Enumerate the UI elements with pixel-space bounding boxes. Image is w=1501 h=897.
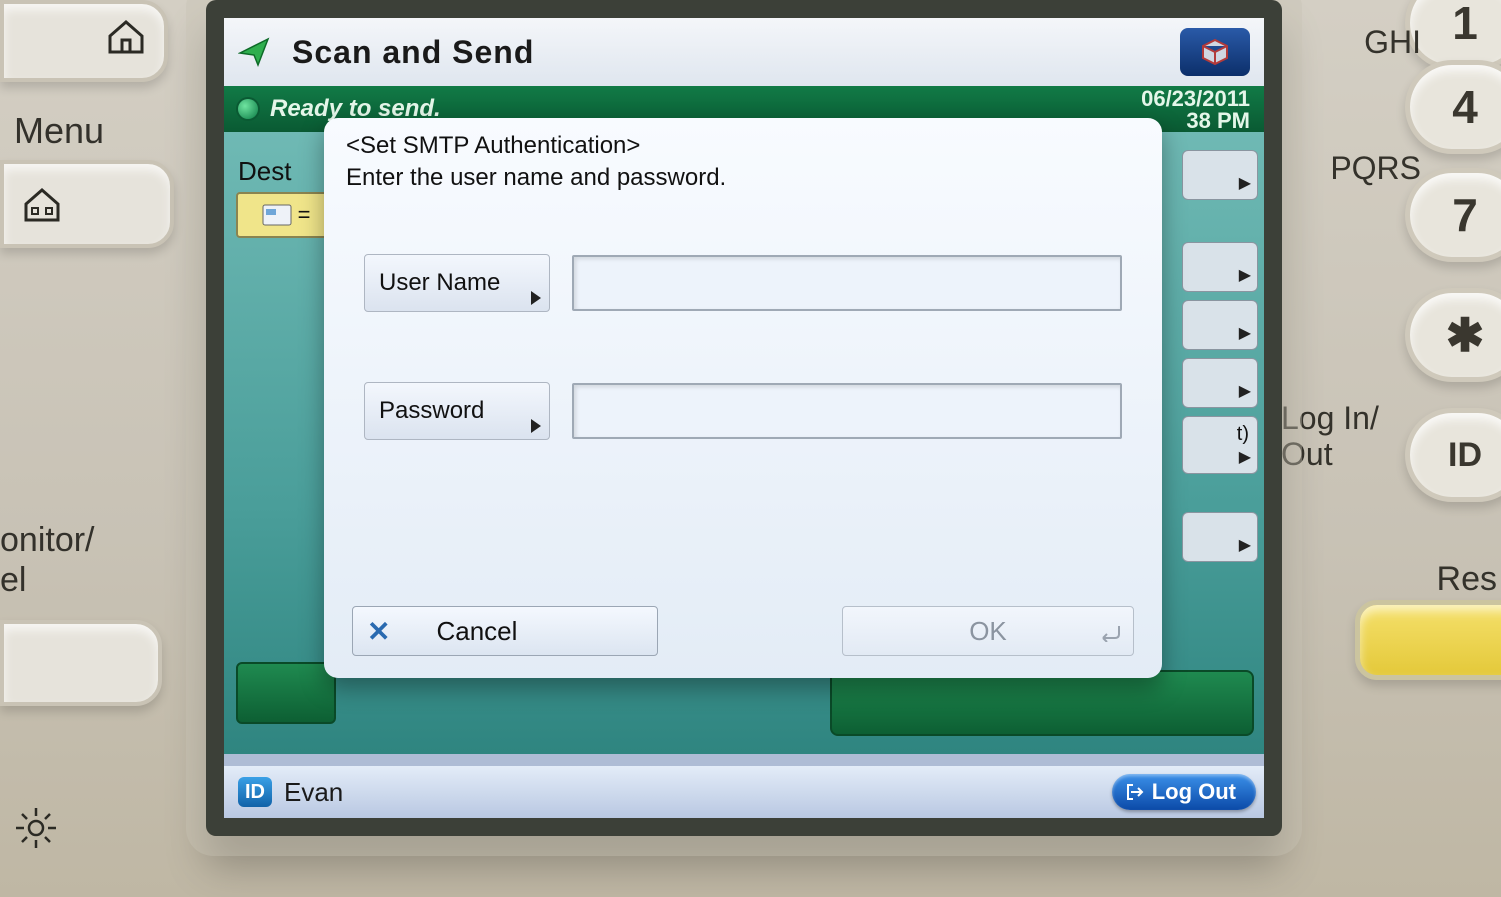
left-bezel: Menu onitor/ el	[0, 0, 200, 897]
modal-subtitle: Enter the user name and password.	[346, 164, 1140, 192]
ok-button-label: OK	[969, 616, 1007, 647]
id-chip: ID	[238, 777, 272, 807]
side-button-4[interactable]: ▶	[1182, 358, 1258, 408]
side-button-5[interactable]: t) ▶	[1182, 416, 1258, 474]
modal-title: <Set SMTP Authentication>	[346, 132, 1140, 160]
login-out-label: Log In/ Out	[1281, 400, 1421, 472]
destination-label: Dest	[238, 156, 291, 187]
physical-reset-button[interactable]	[1355, 600, 1501, 680]
chevron-right-icon: ▶	[1239, 323, 1251, 343]
reset-label: Res	[1437, 560, 1497, 599]
user-bar: ID Evan Log Out	[224, 766, 1264, 818]
keypad-star[interactable]: ✱	[1405, 288, 1501, 382]
menu-label: Menu	[14, 110, 104, 152]
side-button-3[interactable]: ▶	[1182, 300, 1258, 350]
password-row: Password	[364, 382, 1122, 440]
physical-home-button-mid[interactable]	[0, 160, 174, 248]
username-input[interactable]	[572, 255, 1122, 311]
keypad-ghi-label: GHI	[1364, 24, 1421, 61]
logout-button[interactable]: Log Out	[1112, 774, 1256, 810]
side-button-5-text: t)	[1237, 423, 1249, 446]
modal-form: User Name Password	[324, 198, 1162, 440]
paper-plane-icon	[238, 35, 272, 69]
username-label: User Name	[379, 269, 500, 297]
destination-chip[interactable]: =	[236, 192, 336, 238]
password-label: Password	[379, 397, 484, 425]
physical-home-button-top[interactable]	[0, 0, 168, 82]
right-bezel: 1 GHI 4 PQRS 7 ✱ Log In/ Out ID Res	[1261, 0, 1501, 897]
app-bar: Scan and Send	[224, 18, 1264, 86]
chevron-right-icon: ▶	[1239, 173, 1251, 193]
keypad-4[interactable]: 4	[1405, 60, 1501, 154]
physical-blank-button[interactable]	[0, 620, 162, 706]
keypad-id[interactable]: ID	[1405, 408, 1501, 502]
logout-icon	[1126, 783, 1144, 801]
house-icon	[22, 184, 62, 229]
cancel-button-label: Cancel	[436, 616, 517, 647]
side-button-1[interactable]: ▶	[1182, 150, 1258, 200]
close-x-icon: ✕	[367, 615, 390, 648]
cube-icon	[1200, 37, 1230, 67]
side-button-6[interactable]: ▶	[1182, 512, 1258, 562]
lcd-screen: Scan and Send Ready to send. 06/23/2011 …	[206, 0, 1282, 836]
cancel-button[interactable]: ✕ Cancel	[352, 606, 658, 656]
monitor-label: onitor/ el	[0, 520, 95, 600]
triangle-right-icon	[531, 291, 541, 305]
chevron-right-icon: ▶	[1239, 265, 1251, 285]
logged-in-user: Evan	[284, 777, 343, 808]
card-icon	[262, 204, 292, 226]
brightness-icon	[14, 806, 58, 855]
action-button-left[interactable]	[236, 662, 336, 724]
device-photo: Menu onitor/ el 1 GHI 4 PQRS 7 ✱ Log In/…	[0, 0, 1501, 897]
house-icon	[106, 16, 146, 61]
ok-button[interactable]: OK	[842, 606, 1134, 656]
password-label-button[interactable]: Password	[364, 382, 550, 440]
action-button-right[interactable]	[830, 670, 1254, 736]
status-date: 06/23/2011	[1141, 88, 1250, 110]
chevron-right-icon: ▶	[1239, 447, 1251, 467]
keypad-7[interactable]: 7	[1405, 168, 1501, 262]
password-input[interactable]	[572, 383, 1122, 439]
equals-icon: =	[298, 202, 311, 228]
chevron-right-icon: ▶	[1239, 381, 1251, 401]
triangle-right-icon	[531, 419, 541, 433]
enter-arrow-icon	[1097, 618, 1121, 649]
username-label-button[interactable]: User Name	[364, 254, 550, 312]
modal-header: <Set SMTP Authentication> Enter the user…	[324, 118, 1162, 198]
username-row: User Name	[364, 254, 1122, 312]
status-dot-icon	[238, 99, 258, 119]
app-title: Scan and Send	[292, 34, 534, 71]
cube-button[interactable]	[1180, 28, 1250, 76]
keypad-pqrs-label: PQRS	[1330, 150, 1421, 187]
logout-label: Log Out	[1152, 779, 1236, 805]
modal-button-bar: ✕ Cancel OK	[352, 606, 1134, 656]
side-button-2[interactable]: ▶	[1182, 242, 1258, 292]
smtp-auth-modal: <Set SMTP Authentication> Enter the user…	[324, 118, 1162, 678]
chevron-right-icon: ▶	[1239, 535, 1251, 555]
